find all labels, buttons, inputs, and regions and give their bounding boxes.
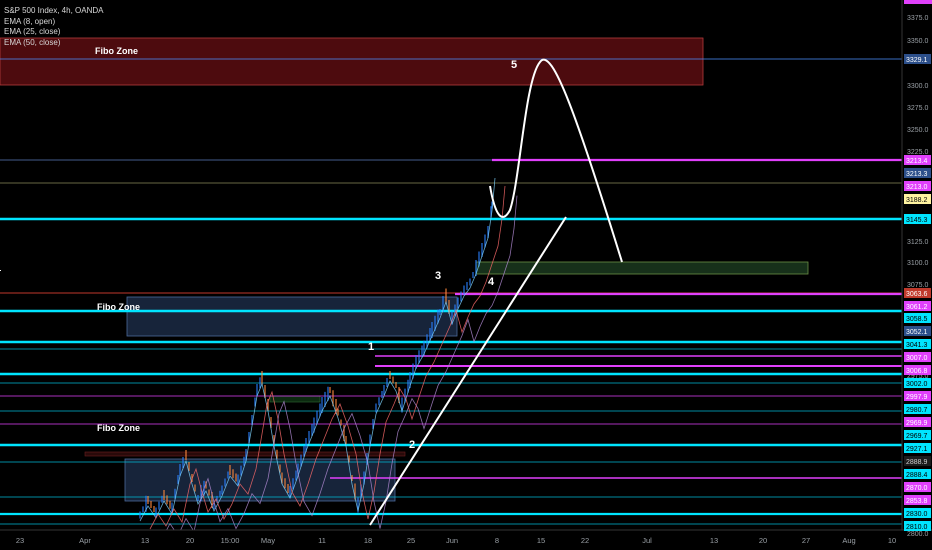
wave-label-4: 4 (488, 276, 495, 288)
price-tick-label: 3125.0 (907, 239, 929, 246)
time-tick-label: 18 (364, 536, 372, 545)
fibo-zone-box (126, 296, 458, 337)
price-tick-label: 3250.0 (907, 127, 929, 134)
price-tick-label: 3275.0 (907, 105, 929, 112)
price-tick-label: 3100.0 (907, 260, 929, 267)
price-label-text: 2888.4 (906, 472, 928, 479)
price-label-text: 3061.2 (906, 304, 928, 311)
price-label-text: 3213.0 (906, 184, 928, 191)
anchor (0, 270, 1, 271)
time-tick-label: Aug (842, 536, 855, 545)
price-label-text: 2969.9 (906, 420, 928, 427)
price-label-text: 3007.0 (906, 355, 928, 362)
price-label-text: 2870.0 (906, 485, 928, 492)
wave-label-5: 5 (511, 59, 517, 71)
time-tick-label: 20 (186, 536, 194, 545)
price-label-text: 3063.6 (906, 291, 928, 298)
price-label-text: 2927.1 (906, 446, 928, 453)
time-tick-label: 10 (888, 536, 896, 545)
price-tick-label: 2800.0 (907, 531, 929, 538)
symbol-title[interactable]: S&P 500 Index, 4h, OANDA (4, 6, 103, 17)
price-label-text: 3329.1 (906, 57, 928, 64)
price-tick-label: 3300.0 (907, 83, 929, 90)
small-zone-box (269, 395, 321, 403)
time-tick-label: 20 (759, 536, 767, 545)
chart-canvas[interactable]: Fibo ZoneFibo ZoneFibo Zone 123 45 3375.0… (0, 0, 932, 550)
time-tick-label: 23 (16, 536, 24, 545)
price-label-text: 3145.3 (906, 217, 928, 224)
chart-legend: S&P 500 Index, 4h, OANDA EMA (8, open) E… (4, 6, 103, 48)
time-tick-label: 27 (802, 536, 810, 545)
indicator-ema-25[interactable]: EMA (25, close) (4, 27, 103, 38)
indicator-ema-8[interactable]: EMA (8, open) (4, 17, 103, 28)
time-tick-label: 8 (495, 536, 499, 545)
price-label-text: 3058.5 (906, 316, 928, 323)
price-label-text: 2888.9 (906, 459, 928, 466)
price-tick-label: 3350.0 (907, 38, 929, 45)
time-tick-label: Jun (446, 536, 458, 545)
time-tick-label: 15 (537, 536, 545, 545)
time-tick-label: 13 (710, 536, 718, 545)
time-tick-label: 11 (318, 536, 326, 545)
price-label-text: 2969.7 (906, 433, 928, 440)
time-tick-label: Jul (642, 536, 652, 545)
time-tick-label: 25 (407, 536, 415, 545)
price-tick-label: 3225.0 (907, 149, 929, 156)
time-tick-label: Apr (79, 536, 91, 545)
price-label-text: 3213.4 (906, 158, 928, 165)
price-label-text: 3002.0 (906, 381, 928, 388)
wave-label-1: 1 (368, 341, 374, 353)
price-label-text: 2853.8 (906, 498, 928, 505)
axis-top-marker (904, 0, 932, 4)
time-tick-label: 15:00 (221, 536, 240, 545)
time-tick-label: 22 (581, 536, 589, 545)
fibo-zone-label: Fibo Zone (97, 302, 140, 312)
target-zone-box (475, 261, 809, 275)
price-label-text: 3188.2 (906, 197, 928, 204)
price-label-text: 2997.9 (906, 394, 928, 401)
price-label-text: 3006.8 (906, 368, 928, 375)
wave-label-3: 3 (435, 270, 441, 282)
fibo-zone-label: Fibo Zone (97, 423, 140, 433)
wave-label-2: 2 (409, 439, 415, 451)
small-zone-box (84, 451, 406, 457)
price-label-text: 3213.3 (906, 171, 928, 178)
price-label-text: 2810.0 (906, 524, 928, 531)
price-label-text: 2980.7 (906, 407, 928, 414)
time-axis-bg (0, 530, 932, 550)
price-label-text: 3041.3 (906, 342, 928, 349)
price-tick-label: 3075.0 (907, 282, 929, 289)
price-label-text: 3052.1 (906, 329, 928, 336)
price-label-text: 2830.0 (906, 511, 928, 518)
price-tick-label: 3375.0 (907, 15, 929, 22)
time-tick-label: 13 (141, 536, 149, 545)
time-tick-label: May (261, 536, 275, 545)
indicator-ema-50[interactable]: EMA (50, close) (4, 38, 103, 49)
